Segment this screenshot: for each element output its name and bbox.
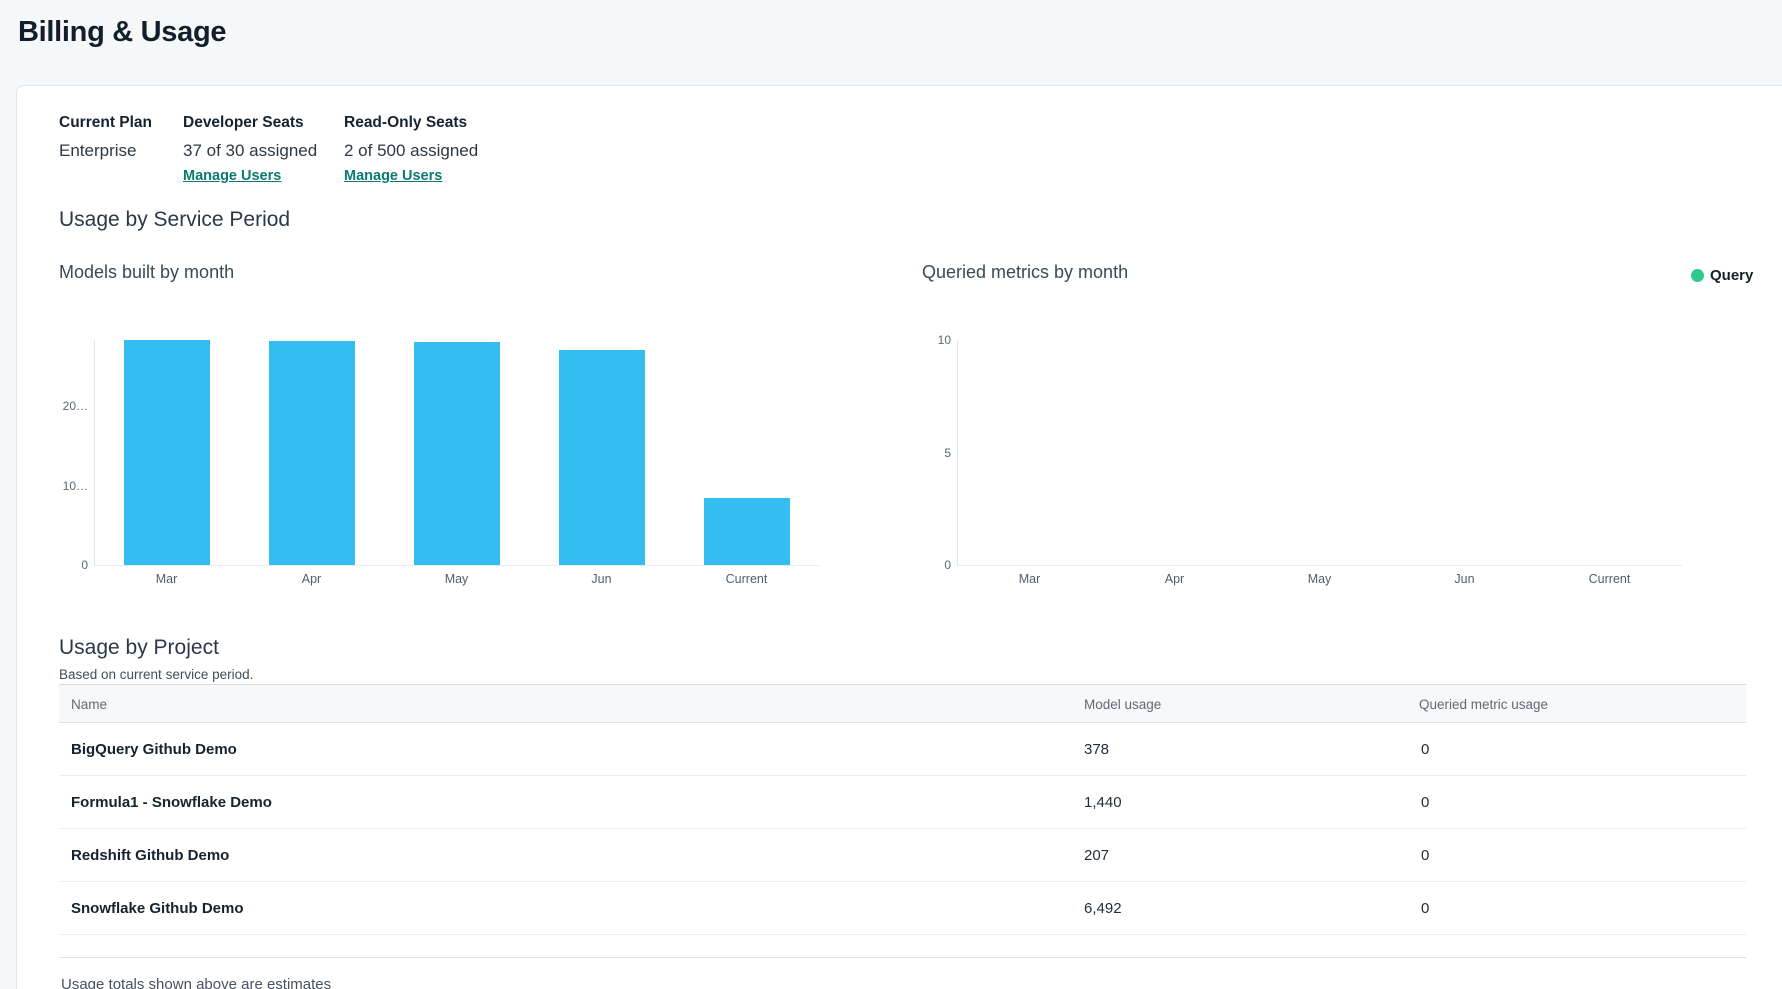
column-header-name: Name xyxy=(71,697,107,712)
bar-current[interactable] xyxy=(704,498,790,565)
column-header-model-usage: Model usage xyxy=(1084,697,1161,712)
plan-column-label: Read-Only Seats xyxy=(344,114,478,132)
bar-may[interactable] xyxy=(414,342,500,565)
usage-table-subtitle: Based on current service period. xyxy=(59,667,253,682)
y-tick-label: 0 xyxy=(30,558,88,572)
x-tick-label: Apr xyxy=(267,572,357,586)
plan-column-label: Developer Seats xyxy=(183,114,344,132)
table-row: Redshift Github Demo 207 0 xyxy=(59,829,1746,882)
queried-metrics-chart-title: Queried metrics by month xyxy=(922,262,1128,283)
usage-by-service-period-title: Usage by Service Period xyxy=(59,208,290,232)
x-tick-label: Jun xyxy=(1420,572,1510,586)
project-name-cell: BigQuery Github Demo xyxy=(71,741,237,758)
plan-summary-row: Current Plan EnterpriseDeveloper Seats 37 … xyxy=(59,114,478,185)
x-axis-line xyxy=(957,565,1682,566)
project-name-cell: Snowflake Github Demo xyxy=(71,900,244,917)
y-tick-label: 10… xyxy=(30,479,88,493)
model-usage-cell: 6,492 xyxy=(1084,900,1122,917)
plan-column: Read-Only Seats 2 of 500 assigned Manage U… xyxy=(344,114,478,185)
table-row: Formula1 - Snowflake Demo 1,440 0 xyxy=(59,776,1746,829)
manage-users-link[interactable]: Manage Users xyxy=(183,168,281,184)
x-tick-label: Current xyxy=(702,572,792,586)
y-tick-label: 0 xyxy=(893,558,951,572)
column-header-queried-metric-usage: Queried metric usage xyxy=(1419,697,1548,712)
queried-metric-usage-cell: 0 xyxy=(1421,794,1429,811)
plan-column-label: Current Plan xyxy=(59,114,183,132)
manage-users-link[interactable]: Manage Users xyxy=(344,168,442,184)
page-title: Billing & Usage xyxy=(18,16,226,49)
queried-metric-usage-cell: 0 xyxy=(1421,900,1429,917)
x-axis-line xyxy=(94,565,819,566)
queried-metric-usage-cell: 0 xyxy=(1421,741,1429,758)
bar-mar[interactable] xyxy=(124,340,210,565)
x-tick-label: Mar xyxy=(122,572,212,586)
plan-column-value: 37 of 30 assigned xyxy=(183,141,344,161)
table-row: Snowflake Github Demo 6,492 0 xyxy=(59,882,1746,935)
usage-by-project-title: Usage by Project xyxy=(59,636,219,660)
x-tick-label: Current xyxy=(1565,572,1655,586)
y-axis-line xyxy=(94,340,95,565)
y-tick-label: 10 xyxy=(893,333,951,347)
bar-apr[interactable] xyxy=(269,341,355,565)
query-legend-dot-icon xyxy=(1691,269,1704,282)
model-usage-cell: 1,440 xyxy=(1084,794,1122,811)
table-row: BigQuery Github Demo 378 0 xyxy=(59,723,1746,776)
plan-column: Current Plan Enterprise xyxy=(59,114,183,185)
x-tick-label: Mar xyxy=(985,572,1075,586)
table-empty-row xyxy=(59,935,1746,958)
model-usage-cell: 207 xyxy=(1084,847,1109,864)
y-tick-label: 20… xyxy=(30,399,88,413)
table-header-row: Name Model usage Queried metric usage xyxy=(59,684,1746,723)
y-axis-line xyxy=(957,340,958,565)
x-tick-label: Apr xyxy=(1130,572,1220,586)
chart-legend: Query xyxy=(1691,267,1753,284)
usage-footnote: Usage totals shown above are estimates xyxy=(61,976,331,989)
models-built-chart-title: Models built by month xyxy=(59,262,234,283)
billing-card: Current Plan EnterpriseDeveloper Seats 37 … xyxy=(16,85,1782,989)
x-tick-label: May xyxy=(1275,572,1365,586)
y-tick-label: 5 xyxy=(893,446,951,460)
plan-column-value: Enterprise xyxy=(59,141,183,161)
query-legend-label: Query xyxy=(1710,267,1753,284)
bar-jun[interactable] xyxy=(559,350,645,565)
x-tick-label: Jun xyxy=(557,572,647,586)
x-tick-label: May xyxy=(412,572,502,586)
model-usage-cell: 378 xyxy=(1084,741,1109,758)
project-name-cell: Formula1 - Snowflake Demo xyxy=(71,794,272,811)
usage-by-project-table: Name Model usage Queried metric usage Bi… xyxy=(59,684,1746,958)
plan-column: Developer Seats 37 of 30 assigned Manage U… xyxy=(183,114,344,185)
project-name-cell: Redshift Github Demo xyxy=(71,847,229,864)
plan-column-value: 2 of 500 assigned xyxy=(344,141,478,161)
queried-metric-usage-cell: 0 xyxy=(1421,847,1429,864)
